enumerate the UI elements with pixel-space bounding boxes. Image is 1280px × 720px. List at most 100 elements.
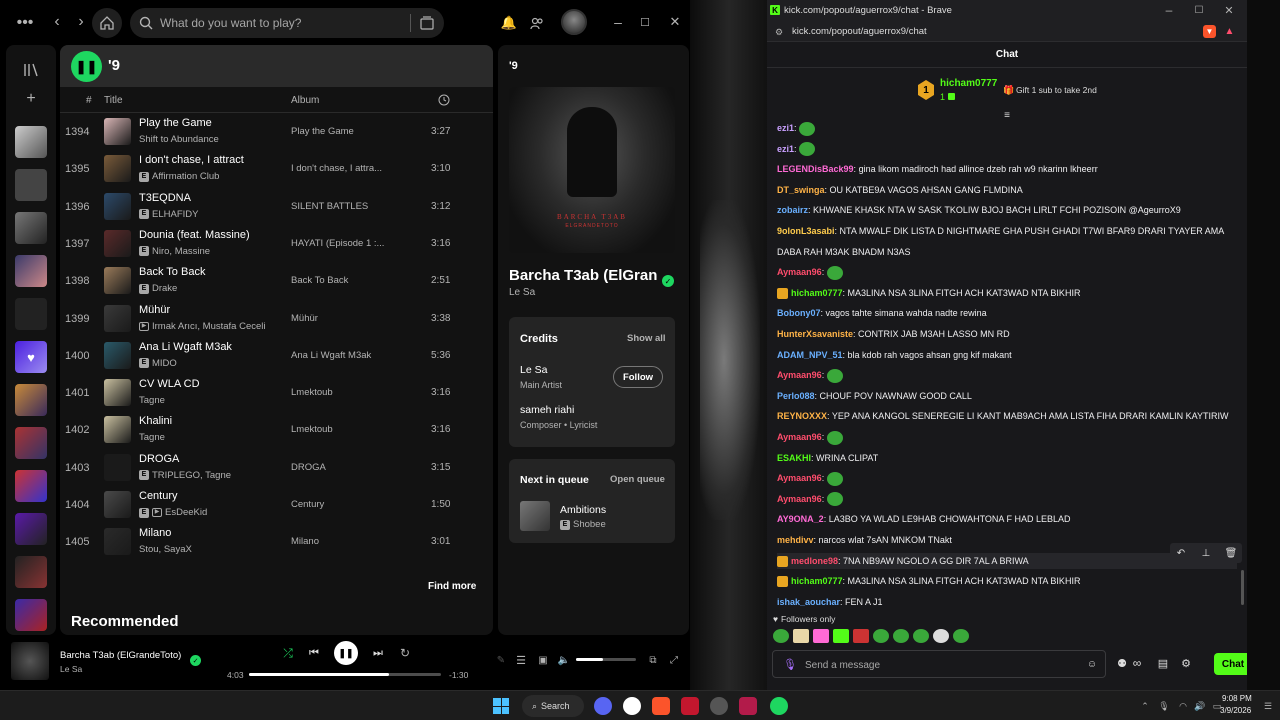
- chat-username[interactable]: ADAM_NPV_51: [777, 350, 843, 360]
- clock-date[interactable]: 3/9/2026: [1220, 706, 1251, 715]
- emote-button[interactable]: [853, 629, 869, 643]
- next-track-artist[interactable]: Shobee: [573, 519, 606, 530]
- track-artist[interactable]: Shift to Abundance: [139, 134, 219, 145]
- liked-songs-item[interactable]: ♥: [15, 341, 47, 373]
- chat-message[interactable]: medlone98: 7NA NB9AW NGOLO A GG DIR 7AL …: [777, 552, 1237, 569]
- track-title[interactable]: DROGA: [139, 453, 179, 465]
- clock-time[interactable]: 9:08 PM: [1222, 694, 1252, 703]
- emote-button[interactable]: [813, 629, 829, 643]
- notification-center-icon[interactable]: ☰: [1262, 699, 1274, 713]
- chat-message[interactable]: DABA RAH M3AK BNADM N3AS: [777, 244, 1237, 260]
- maximize-icon[interactable]: ☐: [1192, 3, 1206, 17]
- chat-message[interactable]: Aymaan96:: [777, 470, 1237, 486]
- emote-button[interactable]: [953, 629, 969, 643]
- track-album[interactable]: DROGA: [291, 462, 326, 473]
- chat-message[interactable]: HunterXsavaniste: CONTRIX JAB M3AH LASSO…: [777, 326, 1237, 342]
- track-row[interactable]: 1402 Khalini Tagne Lmektoub 3:16: [60, 412, 493, 449]
- library-item[interactable]: [15, 599, 47, 631]
- next-track-art[interactable]: [520, 501, 550, 531]
- now-playing-title[interactable]: Barcha T3ab (ElGrandeToto): [60, 650, 181, 661]
- added-check-icon[interactable]: ✓: [662, 275, 674, 287]
- chat-message[interactable]: Aymaan96:: [777, 264, 1237, 280]
- microphone-icon[interactable]: 🎙: [783, 657, 797, 671]
- play-pause-button[interactable]: ❚❚: [334, 641, 358, 665]
- track-artist[interactable]: Niro, Massine: [152, 246, 210, 257]
- chat-message[interactable]: ezi1:: [777, 141, 1237, 157]
- discord-icon[interactable]: [594, 697, 612, 715]
- library-icon[interactable]: [21, 60, 41, 80]
- next-track-title[interactable]: Ambitions: [560, 504, 606, 516]
- library-item[interactable]: [15, 255, 47, 287]
- track-row[interactable]: 1403 DROGA E TRIPLEGO, Tagne DROGA 3:15: [60, 450, 493, 487]
- credit-name[interactable]: Le Sa: [520, 364, 547, 376]
- chat-users-icon[interactable]: ⚉: [1115, 655, 1129, 671]
- progress-bar[interactable]: [249, 673, 441, 676]
- site-settings-icon[interactable]: ⚙: [773, 26, 785, 38]
- chat-username[interactable]: ezi1: [777, 123, 794, 133]
- library-item[interactable]: [15, 212, 47, 244]
- track-title[interactable]: Dounia (feat. Massine): [139, 229, 250, 241]
- library-item[interactable]: [15, 298, 47, 330]
- shuffle-icon[interactable]: ⤮: [280, 645, 296, 661]
- track-row[interactable]: 1398 Back To Back E Drake Back To Back 2:51: [60, 263, 493, 300]
- track-row[interactable]: 1397 Dounia (feat. Massine) E Niro, Massine…: [60, 226, 493, 263]
- chat-message[interactable]: LEGENDisBack99: gina likom madiroch had …: [777, 161, 1237, 177]
- url-text[interactable]: kick.com/popout/aguerrox9/chat: [792, 26, 927, 37]
- chat-username[interactable]: LEGENDisBack99: [777, 164, 854, 174]
- track-album[interactable]: Play the Game: [291, 126, 354, 137]
- track-row[interactable]: 1396 T3EQDNA E ELHAFIDY SILENT BATTLES 3:12: [60, 189, 493, 226]
- track-row[interactable]: 1404 Century E ▶ EsDeeKid Century 1:50: [60, 487, 493, 524]
- message-input[interactable]: [805, 657, 1075, 673]
- track-art[interactable]: [104, 453, 131, 481]
- now-playing-art[interactable]: [11, 642, 49, 680]
- track-album[interactable]: Back To Back: [291, 275, 348, 286]
- chat-message[interactable]: 9olonL3asabi: NTA MWALF DIK LISTA D NIGH…: [777, 223, 1237, 239]
- mic-tray-icon[interactable]: 🎙: [1158, 699, 1170, 713]
- library-item[interactable]: [15, 470, 47, 502]
- taskbar-search[interactable]: ⌕ Search: [522, 695, 584, 717]
- collapse-pinned-icon[interactable]: ≡: [1000, 110, 1014, 121]
- chat-message[interactable]: ADAM_NPV_51: bla kdob rah vagos ahsan gn…: [777, 347, 1237, 363]
- track-artist[interactable]: MIDO: [152, 358, 177, 369]
- track-art[interactable]: [104, 528, 131, 556]
- notifications-bell-icon[interactable]: 🔔: [500, 14, 518, 32]
- track-row[interactable]: 1405 Milano Stou, SayaX Milano 3:01: [60, 524, 493, 561]
- now-playing-artist[interactable]: Le Sa: [60, 664, 82, 674]
- tray-chevron-icon[interactable]: ⌃: [1139, 699, 1151, 713]
- follow-button[interactable]: Follow: [613, 366, 663, 388]
- track-art[interactable]: [104, 267, 131, 295]
- emote-button[interactable]: [873, 629, 889, 643]
- credit-name[interactable]: sameh riahi: [520, 404, 574, 416]
- track-album[interactable]: SILENT BATTLES: [291, 201, 368, 212]
- track-artist[interactable]: Irmak Arıcı, Mustafa Ceceli: [152, 321, 266, 332]
- chat-username[interactable]: hicham0777: [791, 288, 843, 298]
- track-art[interactable]: [104, 304, 131, 332]
- emote-button[interactable]: [773, 629, 789, 643]
- track-artist[interactable]: Drake: [152, 283, 177, 294]
- track-title[interactable]: Mühür: [139, 304, 170, 316]
- library-item[interactable]: [15, 384, 47, 416]
- speaker-icon[interactable]: 🔊: [1193, 699, 1207, 713]
- chat-message[interactable]: REYNOXXX: YEP ANA KANGOL SENEREGIE LI KA…: [777, 408, 1237, 424]
- chat-username[interactable]: Perlo088: [777, 391, 815, 401]
- chat-username[interactable]: HunterXsavaniste: [777, 329, 853, 339]
- forward-arrow-icon[interactable]: ›: [72, 13, 90, 31]
- track-title[interactable]: CV WLA CD: [139, 378, 200, 390]
- chat-username[interactable]: 9olonL3asabi: [777, 226, 835, 236]
- chat-message[interactable]: Bobony07: vagos tahte simana wahda nadte…: [777, 305, 1237, 321]
- track-title[interactable]: Play the Game: [139, 117, 212, 129]
- chat-message[interactable]: AY9ONA_2: LA3BO YA WLAD LE9HAB CHOWAHTON…: [777, 511, 1237, 527]
- chat-username[interactable]: mehdivv: [777, 535, 814, 545]
- find-more-link[interactable]: Find more: [428, 581, 476, 592]
- track-album[interactable]: Lmektoub: [291, 387, 333, 398]
- chat-message[interactable]: DT_swinga: OU KATBE9A VAGOS AHSAN GANG F…: [777, 182, 1237, 198]
- friend-activity-icon[interactable]: [528, 14, 546, 32]
- chat-message[interactable]: hicham0777: MA3LINA NSA 3LINA FITGH ACH …: [777, 285, 1237, 301]
- open-queue-link[interactable]: Open queue: [610, 474, 665, 485]
- chat-username[interactable]: ishak_aouchar: [777, 597, 840, 607]
- track-artist[interactable]: TRIPLEGO, Tagne: [152, 470, 231, 481]
- track-art[interactable]: [104, 341, 131, 369]
- track-art[interactable]: [104, 118, 131, 145]
- connect-device-icon[interactable]: ▣: [536, 653, 550, 667]
- adobe-acrobat-icon[interactable]: [681, 697, 699, 715]
